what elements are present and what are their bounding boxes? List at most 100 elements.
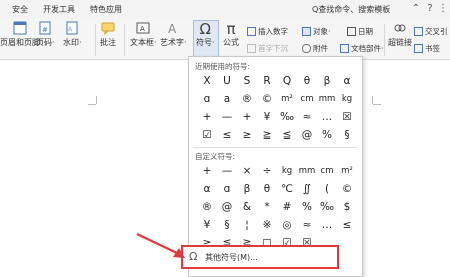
recent-symbol[interactable]: kg bbox=[337, 90, 357, 108]
custom-symbol[interactable]: ‰ bbox=[317, 198, 337, 216]
custom-symbol[interactable]: × bbox=[237, 162, 257, 180]
tab-developer-tools[interactable]: 开发工具 bbox=[43, 4, 75, 15]
custom-symbol[interactable]: & bbox=[237, 198, 257, 216]
first-letter-sink-button[interactable]: 首字下沉 bbox=[247, 43, 288, 54]
custom-symbol[interactable]: … bbox=[317, 216, 337, 234]
custom-symbol[interactable]: ℃ bbox=[277, 180, 297, 198]
recent-symbol[interactable]: mm bbox=[317, 90, 337, 108]
custom-symbol[interactable]: ※ bbox=[257, 216, 277, 234]
omega-icon: Ω bbox=[199, 20, 211, 38]
more-symbols-menu-item[interactable]: Ω 其他符号(M)... bbox=[181, 245, 339, 269]
custom-symbol[interactable]: $ bbox=[337, 198, 357, 216]
svg-text:A: A bbox=[140, 25, 145, 33]
recent-symbol[interactable]: — bbox=[217, 108, 237, 126]
first-letter-sink-label: 首字下沉 bbox=[258, 44, 288, 53]
recent-symbol[interactable]: β bbox=[317, 72, 337, 90]
recent-symbol[interactable]: % bbox=[317, 126, 337, 144]
custom-symbol[interactable]: ≈ bbox=[297, 216, 317, 234]
date-button[interactable]: 日期 bbox=[347, 26, 373, 37]
formula-button[interactable]: π 公式 bbox=[223, 21, 239, 48]
bookmark-button[interactable]: 书签 bbox=[414, 43, 440, 54]
custom-symbol[interactable]: kg bbox=[277, 162, 297, 180]
comment-button[interactable]: 批注 bbox=[100, 21, 116, 48]
custom-symbol[interactable]: ® bbox=[197, 198, 217, 216]
attachment-button[interactable]: 附件 bbox=[302, 43, 328, 54]
recent-symbol[interactable]: θ bbox=[297, 72, 317, 90]
recent-symbol[interactable]: + bbox=[237, 108, 257, 126]
custom-symbol[interactable]: @ bbox=[217, 198, 237, 216]
insert-number-button[interactable]: 插入数字 bbox=[247, 26, 288, 37]
custom-symbol[interactable]: — bbox=[217, 162, 237, 180]
header-footer-button[interactable]: 页眉和页脚 bbox=[0, 21, 40, 48]
custom-symbol[interactable]: m² bbox=[337, 162, 357, 180]
recent-symbol[interactable]: ɑ bbox=[197, 90, 217, 108]
textbox-button[interactable]: A 文本框· bbox=[130, 21, 157, 48]
custom-symbol[interactable]: β bbox=[237, 180, 257, 198]
custom-symbol[interactable]: mm bbox=[297, 162, 317, 180]
page-number-button[interactable]: # 页码· bbox=[36, 21, 55, 48]
custom-symbol[interactable]: # bbox=[277, 198, 297, 216]
hyperlink-label: 超链接 bbox=[388, 38, 412, 47]
symbol-button[interactable]: Ω 符号· bbox=[196, 21, 215, 48]
custom-symbol[interactable]: + bbox=[197, 162, 217, 180]
recent-symbol[interactable]: ☑ bbox=[197, 126, 217, 144]
custom-symbol[interactable]: § bbox=[217, 216, 237, 234]
custom-symbol[interactable]: © bbox=[337, 180, 357, 198]
tab-special-apps[interactable]: 特色应用 bbox=[90, 4, 122, 15]
recent-symbol[interactable]: m² bbox=[277, 90, 297, 108]
tab-security[interactable]: 安全 bbox=[12, 4, 28, 15]
page-margin-corner bbox=[96, 96, 97, 104]
watermark-icon: A bbox=[66, 21, 78, 35]
recent-symbol[interactable]: @ bbox=[297, 126, 317, 144]
recent-symbol[interactable]: S bbox=[237, 72, 257, 90]
recent-symbol[interactable]: + bbox=[197, 108, 217, 126]
custom-symbol[interactable]: cm bbox=[317, 162, 337, 180]
recent-symbol[interactable]: § bbox=[337, 126, 357, 144]
custom-symbol[interactable]: ÷ bbox=[257, 162, 277, 180]
help-icon[interactable]: ? bbox=[424, 3, 436, 15]
recent-symbol[interactable]: R bbox=[257, 72, 277, 90]
custom-symbol[interactable]: ◎ bbox=[277, 216, 297, 234]
hyperlink-button[interactable]: 超链接 bbox=[388, 21, 412, 48]
recent-symbol[interactable]: ≈ bbox=[297, 108, 317, 126]
omega-icon: Ω bbox=[189, 250, 198, 263]
recent-symbol[interactable]: a bbox=[217, 90, 237, 108]
wordart-button[interactable]: A 艺术字· bbox=[160, 21, 187, 48]
custom-symbol[interactable]: θ bbox=[257, 180, 277, 198]
recent-symbol[interactable]: ☒ bbox=[337, 108, 357, 126]
recent-symbol[interactable]: ≦ bbox=[277, 126, 297, 144]
recent-symbol[interactable]: © bbox=[257, 90, 277, 108]
menu-bar: 安全 开发工具 特色应用 Q查找命令、搜索模板 ⌃ ? ⋮ bbox=[0, 0, 450, 19]
recent-symbol[interactable]: ≤ bbox=[217, 126, 237, 144]
object-button[interactable]: 对象· bbox=[302, 26, 330, 37]
custom-symbol[interactable]: * bbox=[257, 198, 277, 216]
custom-symbol[interactable]: ¥ bbox=[197, 216, 217, 234]
recent-symbol[interactable]: ® bbox=[237, 90, 257, 108]
custom-symbol[interactable]: ∬ bbox=[297, 180, 317, 198]
custom-symbol[interactable]: % bbox=[297, 198, 317, 216]
recent-symbol[interactable]: U bbox=[217, 72, 237, 90]
custom-symbol[interactable]: ɑ bbox=[217, 180, 237, 198]
custom-symbol[interactable]: ≤ bbox=[337, 216, 357, 234]
watermark-button[interactable]: A 水印· bbox=[63, 21, 82, 48]
recent-symbol[interactable]: X bbox=[197, 72, 217, 90]
ribbon-divider bbox=[95, 24, 96, 56]
recent-symbol[interactable]: ≥ bbox=[237, 126, 257, 144]
collapse-ribbon-icon[interactable]: ⌃ bbox=[410, 3, 422, 15]
custom-symbol[interactable]: ¦ bbox=[237, 216, 257, 234]
recent-symbol[interactable]: ‰ bbox=[277, 108, 297, 126]
recent-symbol[interactable]: ≧ bbox=[257, 126, 277, 144]
custom-symbol[interactable]: α bbox=[197, 180, 217, 198]
recent-symbol[interactable]: cm bbox=[297, 90, 317, 108]
custom-symbol[interactable]: ( bbox=[317, 180, 337, 198]
recent-symbol[interactable]: … bbox=[317, 108, 337, 126]
recent-symbol[interactable]: Q bbox=[277, 72, 297, 90]
more-menu-icon[interactable]: ⋮ bbox=[437, 3, 449, 15]
doc-parts-button[interactable]: 文档部件· bbox=[340, 43, 383, 54]
command-search[interactable]: Q查找命令、搜索模板 bbox=[312, 4, 390, 15]
paperclip-icon bbox=[302, 44, 311, 53]
header-footer-icon bbox=[13, 21, 27, 35]
recent-symbol[interactable]: α bbox=[337, 72, 357, 90]
cross-reference-button[interactable]: 交叉引 bbox=[414, 26, 448, 37]
recent-symbol[interactable]: ¥ bbox=[257, 108, 277, 126]
